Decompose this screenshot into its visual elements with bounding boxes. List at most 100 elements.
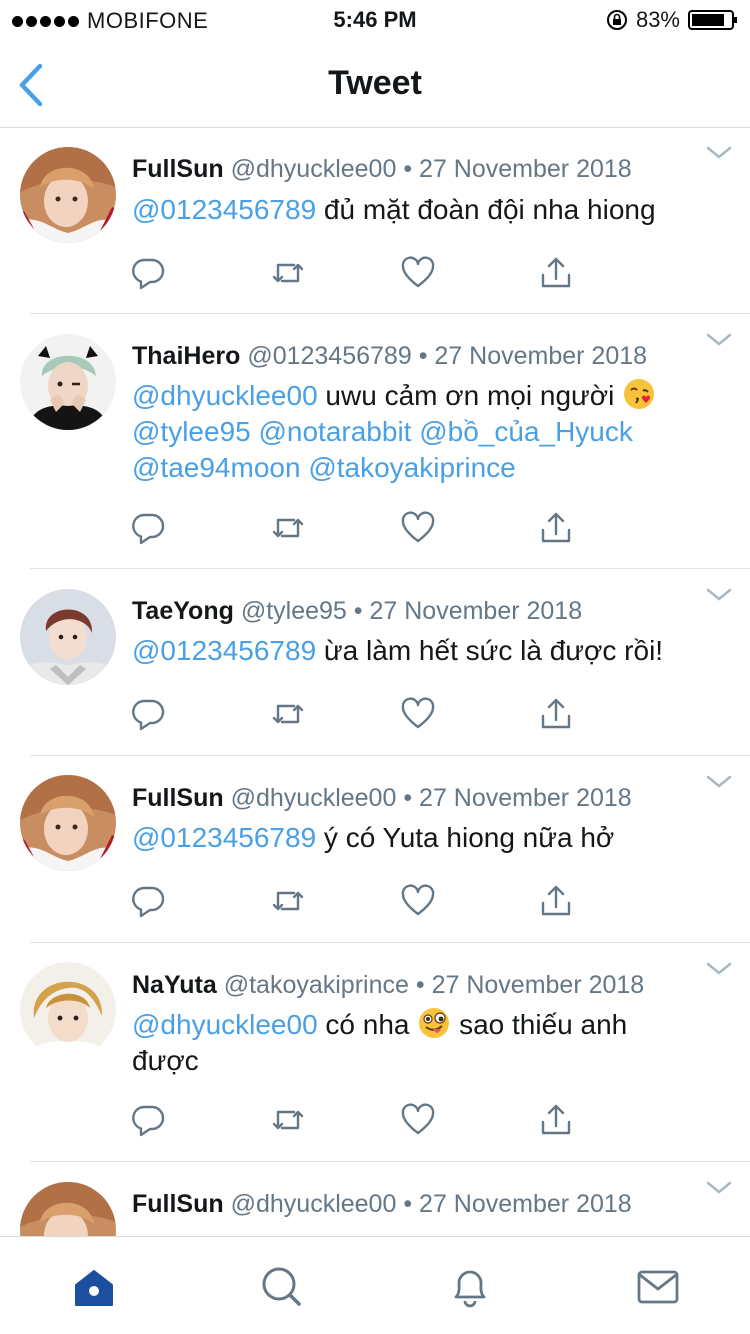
tweet-text-content: sao thiếu anh — [451, 1009, 628, 1040]
tweet-text: @dhyucklee00 có nha sao thiếu anh được — [132, 1006, 722, 1079]
reply-icon[interactable] — [130, 883, 166, 919]
status-bar: MOBIFONE 5:46 PM 83% — [0, 0, 750, 40]
heart-icon[interactable] — [400, 1102, 436, 1138]
heart-icon[interactable] — [400, 255, 436, 291]
tweet-author-handle[interactable]: @takoyakiprince — [224, 971, 409, 999]
tweet-meta: FullSun @dhyucklee00 • 27 November 2018 — [132, 784, 632, 813]
chevron-down-icon[interactable] — [706, 587, 732, 603]
chevron-down-icon[interactable] — [706, 774, 732, 790]
meta-separator: • — [403, 1190, 413, 1218]
tweet-text-content: ý có Yuta hiong nữa hở — [316, 822, 615, 853]
home-icon — [75, 1270, 113, 1306]
tweet-author-handle[interactable]: @tylee95 — [241, 597, 347, 625]
search-icon — [262, 1267, 301, 1306]
tweet-actions — [130, 883, 590, 919]
status-bar-right: 83% — [606, 7, 738, 33]
tweet-author-name[interactable]: TaeYong — [132, 597, 234, 625]
meta-separator: • — [403, 155, 413, 183]
battery-icon — [688, 10, 737, 30]
tweet-item[interactable]: FullSun @dhyucklee00 • 27 November 2018 … — [0, 756, 750, 943]
heart-icon[interactable] — [400, 883, 436, 919]
tweet-date: 27 November 2018 — [431, 971, 645, 999]
mention-links-line[interactable]: @tae94moon @takoyakiprince — [132, 452, 516, 483]
reply-icon[interactable] — [130, 255, 166, 291]
mention-link[interactable]: @dhyucklee00 — [132, 1009, 318, 1040]
share-icon[interactable] — [538, 883, 574, 919]
tweet-author-name[interactable]: FullSun — [132, 784, 224, 812]
tweet-item[interactable]: ThaiHero @0123456789 • 27 November 2018 … — [0, 314, 750, 569]
tweet-text: @0123456789 đủ mặt đoàn đội nha hiong — [132, 192, 722, 228]
tweet-author-handle[interactable]: @dhyucklee00 — [231, 784, 397, 812]
tab-messages[interactable] — [636, 1265, 680, 1309]
winking-tongue-emoji-icon — [419, 1008, 450, 1038]
tweet-text-content: đủ mặt đoàn đội nha hiong — [316, 194, 656, 225]
tweet-actions — [130, 696, 590, 732]
tweet-meta: ThaiHero @0123456789 • 27 November 2018 — [132, 342, 647, 371]
tweet-date: 27 November 2018 — [419, 1190, 632, 1218]
mention-link[interactable]: @0123456789 — [132, 635, 316, 666]
avatar[interactable] — [20, 775, 116, 871]
heart-icon[interactable] — [400, 696, 436, 732]
tweet-text: @0123456789 ừa làm hết sức là được rồi! — [132, 633, 722, 669]
mention-link[interactable]: @0123456789 — [132, 822, 316, 853]
mention-links-line[interactable]: @tylee95 @notarabbit @bồ_của_Hyuck — [132, 416, 633, 447]
tweet-text: @dhyucklee00 uwu cảm ơn mọi người @tylee… — [132, 377, 722, 486]
reply-icon[interactable] — [130, 1102, 166, 1138]
chevron-down-icon[interactable] — [706, 145, 732, 161]
tab-notifications[interactable] — [448, 1265, 492, 1309]
retweet-icon[interactable] — [270, 255, 306, 291]
tweet-author-name[interactable]: FullSun — [132, 155, 224, 183]
tab-home[interactable] — [72, 1265, 116, 1309]
avatar[interactable] — [20, 962, 116, 1058]
reply-icon[interactable] — [130, 696, 166, 732]
tweet-meta: TaeYong @tylee95 • 27 November 2018 — [132, 597, 582, 626]
tweet-meta: FullSun @dhyucklee00 • 27 November 2018 — [132, 155, 632, 184]
tweet-date: 27 November 2018 — [419, 155, 632, 183]
mention-link[interactable]: @0123456789 — [132, 194, 316, 225]
tweet-author-handle[interactable]: @dhyucklee00 — [231, 155, 397, 183]
tweet-author-handle[interactable]: @dhyucklee00 — [231, 1190, 397, 1218]
kissing-face-emoji-icon — [624, 379, 655, 409]
tweet-item[interactable]: TaeYong @tylee95 • 27 November 2018 @012… — [0, 569, 750, 756]
retweet-icon[interactable] — [270, 510, 306, 546]
avatar[interactable] — [20, 1182, 116, 1236]
tweet-actions — [130, 255, 590, 291]
page-title: Tweet — [328, 64, 422, 102]
avatar[interactable] — [20, 589, 116, 685]
tweet-author-name[interactable]: FullSun — [132, 1190, 224, 1218]
share-icon[interactable] — [538, 510, 574, 546]
share-icon[interactable] — [538, 1102, 574, 1138]
reply-icon[interactable] — [130, 510, 166, 546]
meta-separator: • — [353, 597, 363, 625]
tweet-meta: FullSun @dhyucklee00 • 27 November 2018 — [132, 1190, 632, 1219]
tweet-author-name[interactable]: NaYuta — [132, 971, 217, 999]
retweet-icon[interactable] — [270, 696, 306, 732]
tweet-item[interactable]: NaYuta @takoyakiprince • 27 November 201… — [0, 943, 750, 1162]
tweet-author-name[interactable]: ThaiHero — [132, 342, 240, 370]
share-icon[interactable] — [538, 696, 574, 732]
tweet-date: 27 November 2018 — [434, 342, 648, 370]
chevron-down-icon[interactable] — [706, 961, 732, 977]
mention-link[interactable]: @dhyucklee00 — [132, 380, 318, 411]
meta-separator: • — [415, 971, 425, 999]
retweet-icon[interactable] — [270, 883, 306, 919]
chevron-down-icon[interactable] — [706, 1180, 732, 1196]
tweet-item[interactable]: FullSun @dhyucklee00 • 27 November 2018 … — [0, 129, 750, 314]
tweet-text-content: có nha — [317, 1009, 418, 1040]
tweet-meta: NaYuta @takoyakiprince • 27 November 201… — [132, 971, 644, 1000]
chevron-down-icon[interactable] — [706, 332, 732, 348]
bell-icon — [454, 1270, 486, 1308]
tweet-item[interactable]: FullSun @dhyucklee00 • 27 November 2018 — [0, 1162, 750, 1236]
heart-icon[interactable] — [400, 510, 436, 546]
avatar[interactable] — [20, 334, 116, 430]
tweet-actions — [130, 1102, 590, 1138]
share-icon[interactable] — [538, 255, 574, 291]
battery-percent: 83% — [635, 7, 680, 32]
tweet-text-content: được — [132, 1045, 199, 1076]
retweet-icon[interactable] — [270, 1102, 306, 1138]
tab-search[interactable] — [259, 1265, 303, 1309]
meta-separator: • — [418, 342, 428, 370]
avatar[interactable] — [20, 147, 116, 243]
tweet-author-handle[interactable]: @0123456789 — [247, 342, 411, 370]
tweet-text-content: uwu cảm ơn mọi người — [317, 380, 623, 411]
